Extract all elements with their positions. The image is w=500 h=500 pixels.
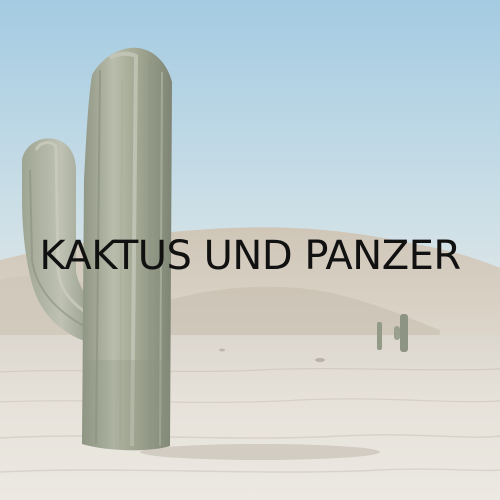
desert-ground [0,335,500,500]
desert-scene: KAKTUS UND PANZER [0,0,500,500]
cactus-shadow [140,444,380,460]
page-title: KAKTUS UND PANZER [39,233,461,279]
distant-cactus-icon [377,322,382,350]
